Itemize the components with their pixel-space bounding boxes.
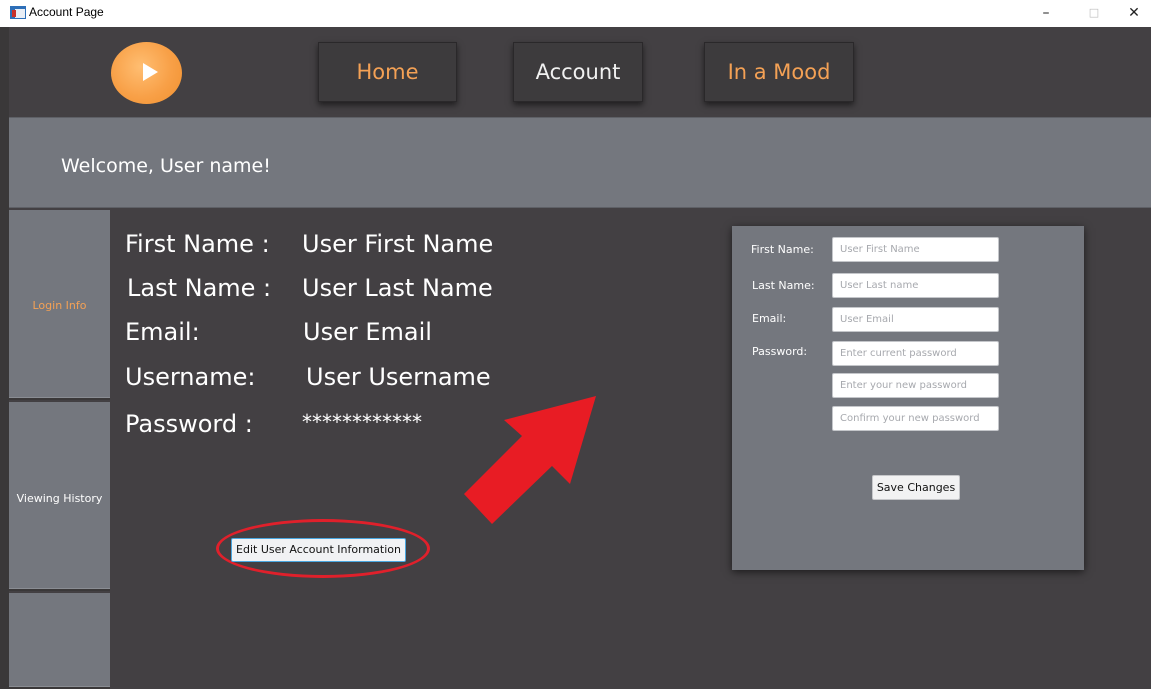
email-label: Email: xyxy=(125,318,200,346)
last-name-label: Last Name : xyxy=(127,274,272,302)
new-password-input[interactable] xyxy=(832,373,999,398)
edit-account-button[interactable]: Edit User Account Information xyxy=(231,538,406,562)
window-titlebar: Account Page – □ ✕ xyxy=(0,0,1151,27)
play-logo-icon[interactable] xyxy=(111,42,182,104)
form-password-label: Password: xyxy=(752,345,808,358)
window-frame-left xyxy=(0,27,9,689)
nav-in-a-mood-button[interactable]: In a Mood xyxy=(704,42,854,102)
form-email-label: Email: xyxy=(752,312,787,325)
username-value: User Username xyxy=(306,363,491,391)
play-triangle-icon xyxy=(143,63,158,81)
sidebar-item-label: Viewing History xyxy=(16,492,103,505)
form-last-name-label: Last Name: xyxy=(752,279,815,292)
sidebar-item-empty[interactable] xyxy=(9,593,110,689)
form-first-name-label: First Name: xyxy=(751,243,814,256)
red-arrow-icon xyxy=(464,396,596,524)
window-title: Account Page xyxy=(29,5,104,19)
last-name-value: User Last Name xyxy=(302,274,493,302)
password-label: Password : xyxy=(125,410,253,438)
email-value: User Email xyxy=(303,318,432,346)
maximize-button[interactable]: □ xyxy=(1080,2,1108,24)
username-label: Username: xyxy=(125,363,256,391)
welcome-message: Welcome, User name! xyxy=(61,155,271,177)
close-button[interactable]: ✕ xyxy=(1120,2,1148,24)
app-window-icon xyxy=(10,6,26,19)
first-name-label: First Name : xyxy=(125,230,270,258)
nav-home-button[interactable]: Home xyxy=(318,42,457,102)
minimize-button[interactable]: – xyxy=(1032,2,1060,24)
first-name-value: User First Name xyxy=(302,230,494,258)
confirm-password-input[interactable] xyxy=(832,406,999,431)
first-name-input[interactable] xyxy=(832,237,999,262)
save-changes-button[interactable]: Save Changes xyxy=(872,475,960,500)
current-password-input[interactable] xyxy=(832,341,999,366)
sidebar-item-label: Login Info xyxy=(32,299,87,312)
last-name-input[interactable] xyxy=(832,273,999,298)
password-value: ************ xyxy=(302,410,422,434)
nav-account-button[interactable]: Account xyxy=(513,42,643,102)
email-input[interactable] xyxy=(832,307,999,332)
